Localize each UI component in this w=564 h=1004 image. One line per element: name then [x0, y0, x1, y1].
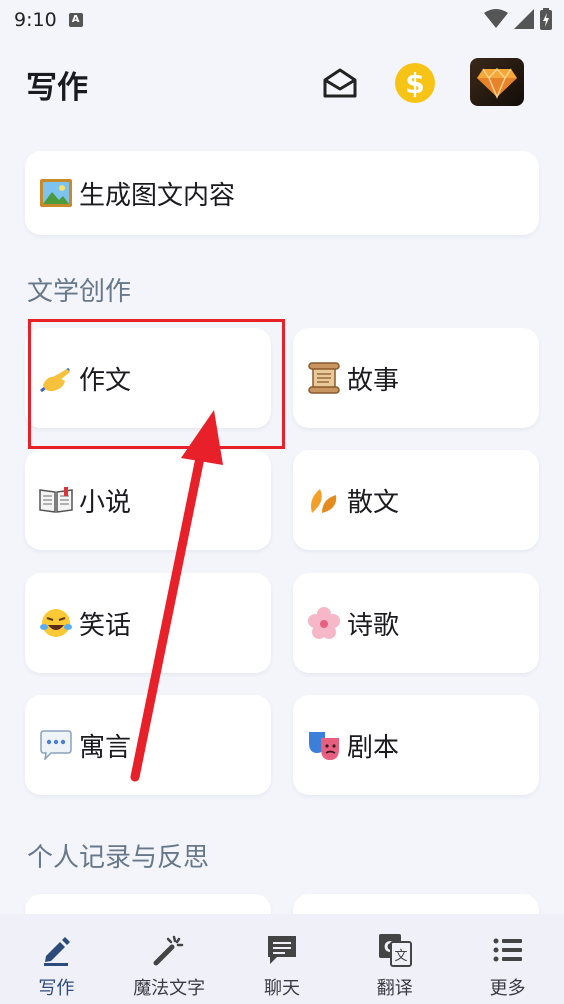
page-title: 写作 — [26, 70, 88, 106]
status-time: 9:10 — [14, 9, 57, 31]
card-novel[interactable]: 小说 — [25, 450, 271, 550]
gem-icon — [477, 67, 517, 99]
dollar-coin-icon: $ — [395, 63, 435, 103]
card-story[interactable]: 故事 — [293, 328, 539, 428]
nav-label: 翻译 — [376, 978, 413, 999]
svg-text:文: 文 — [394, 949, 407, 964]
app-header: 写作 $ — [0, 50, 564, 116]
coin-button[interactable]: $ — [388, 58, 442, 108]
mail-button[interactable] — [313, 58, 367, 108]
speech-balloon-icon — [39, 728, 73, 762]
svg-text:$: $ — [405, 67, 424, 100]
card-label: 散文 — [347, 487, 400, 518]
card-fable[interactable]: 寓言 — [25, 695, 271, 795]
nav-item-translate[interactable]: G 文 翻译 — [338, 914, 451, 1004]
card-poetry[interactable]: 诗歌 — [293, 573, 539, 673]
card-prose[interactable]: 散文 — [293, 450, 539, 550]
writing-hand-icon — [39, 361, 73, 395]
leaves-icon — [307, 483, 341, 517]
card-label: 小说 — [79, 487, 132, 518]
list-menu-icon — [490, 932, 526, 968]
card-label: 生成图文内容 — [79, 180, 236, 211]
magic-wand-icon — [151, 932, 187, 968]
framed-picture-icon — [39, 176, 73, 210]
nav-item-chat[interactable]: 聊天 — [226, 914, 339, 1004]
bottom-nav: 写作 魔法文字 聊天 G 文 翻译 — [0, 914, 564, 1004]
card-label: 笑话 — [79, 610, 132, 641]
laughing-face-icon — [39, 606, 73, 640]
card-joke[interactable]: 笑话 — [25, 573, 271, 673]
card-label: 故事 — [347, 365, 400, 396]
section-title-literary: 文学创作 — [27, 277, 132, 307]
card-script[interactable]: 剧本 — [293, 695, 539, 795]
card-label: 作文 — [79, 365, 132, 396]
translate-icon: G 文 — [377, 932, 413, 968]
wifi-icon — [484, 9, 508, 28]
card-label: 剧本 — [347, 732, 400, 763]
open-book-icon — [39, 483, 73, 517]
generate-image-text-card[interactable]: 生成图文内容 — [25, 151, 539, 235]
premium-gem-button[interactable] — [470, 58, 524, 106]
nav-label: 魔法文字 — [133, 978, 206, 999]
scroll-icon — [307, 361, 341, 395]
envelope-open-icon — [323, 68, 357, 98]
card-essay[interactable]: 作文 — [25, 328, 271, 428]
nav-label: 聊天 — [263, 978, 300, 999]
nav-item-magic-text[interactable]: 魔法文字 — [113, 914, 226, 1004]
card-label: 诗歌 — [347, 610, 400, 641]
card-label: 寓言 — [79, 732, 132, 763]
nav-item-write[interactable]: 写作 — [0, 914, 113, 1004]
nav-label: 写作 — [38, 978, 75, 999]
status-bar: 9:10 A — [0, 0, 564, 40]
status-icons — [484, 8, 552, 30]
notification-icon: A — [68, 13, 83, 27]
pen-icon — [38, 932, 74, 968]
section-title-personal: 个人记录与反思 — [27, 843, 210, 873]
theater-masks-icon — [307, 728, 341, 762]
nav-item-more[interactable]: 更多 — [451, 914, 564, 1004]
chat-icon — [264, 932, 300, 968]
blossom-icon — [307, 606, 341, 640]
battery-icon — [540, 8, 552, 30]
nav-label: 更多 — [489, 978, 526, 999]
signal-icon — [514, 9, 534, 29]
